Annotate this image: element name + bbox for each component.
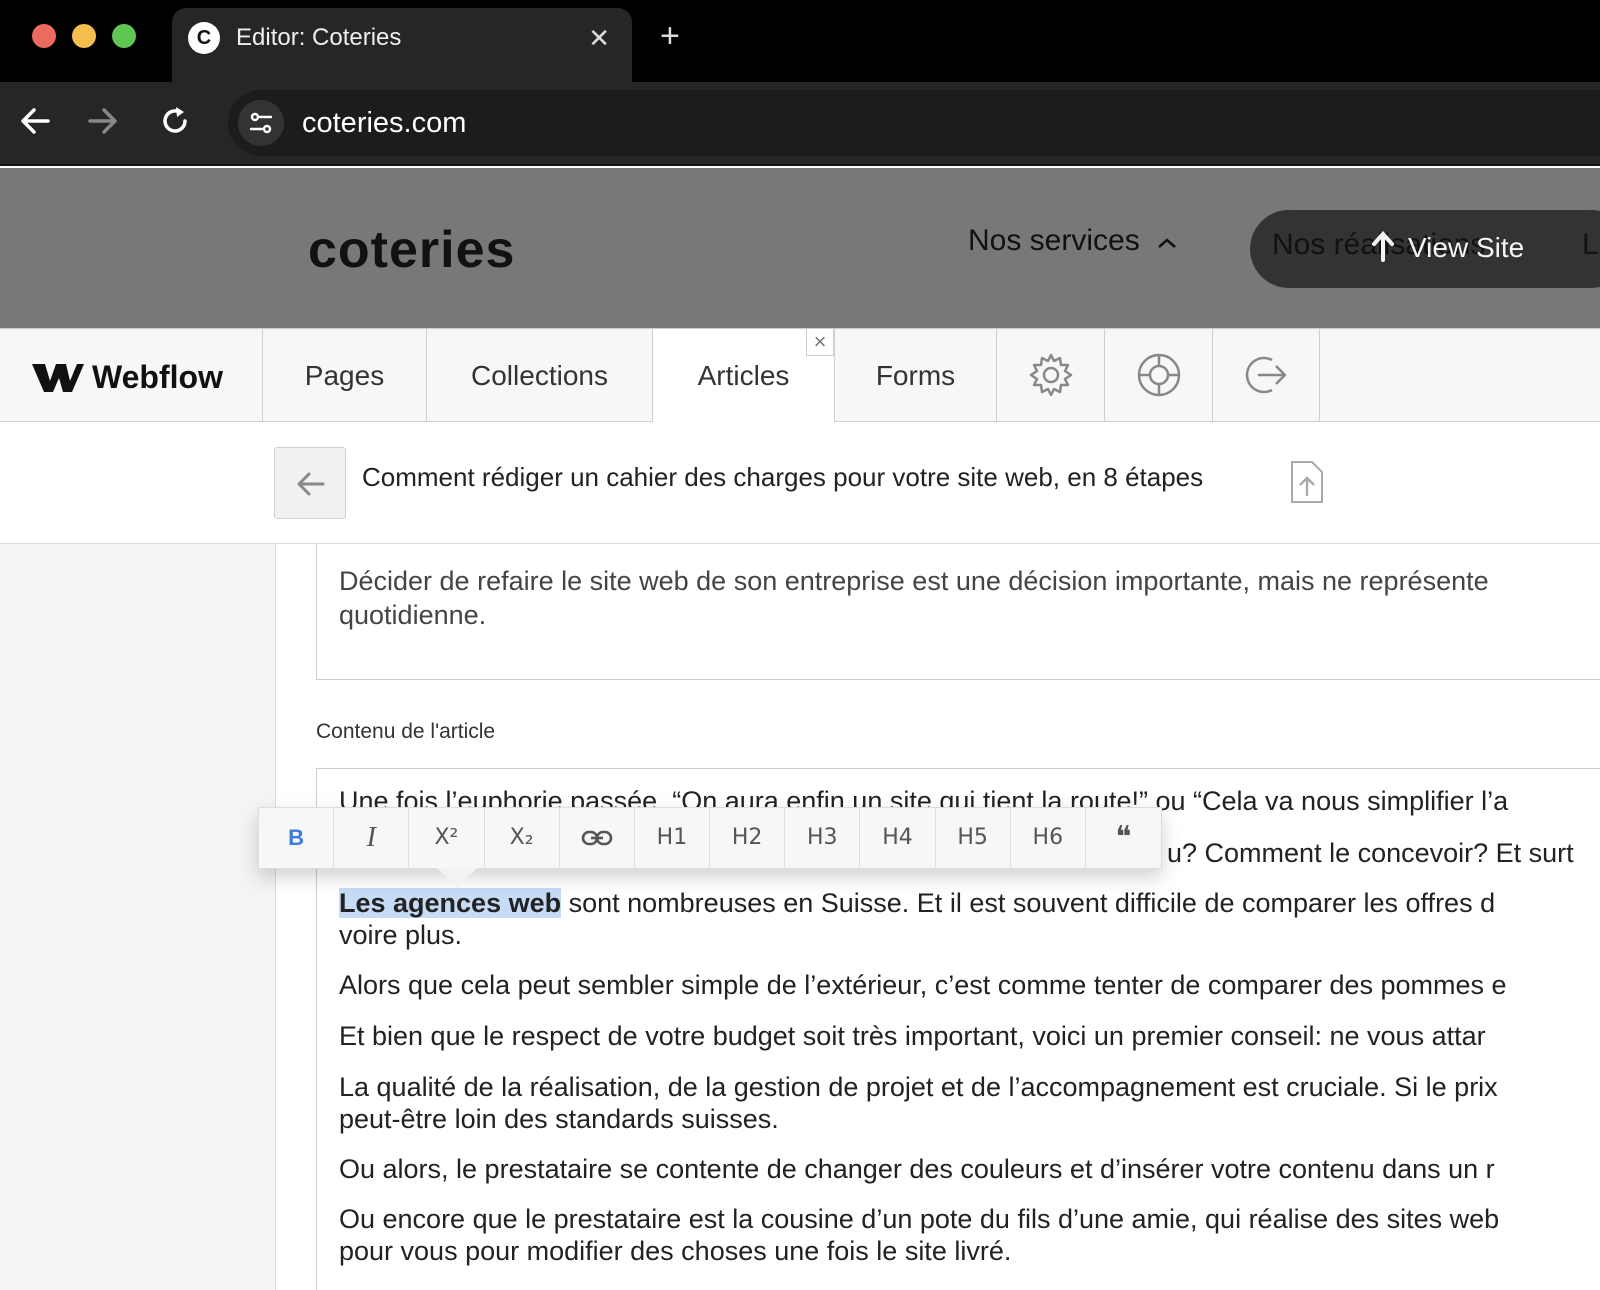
item-title: Comment rédiger un cahier des charges po… — [362, 462, 1204, 492]
webflow-toolbar: Webflow Pages Collections Articles Forms — [0, 328, 1600, 424]
close-articles-tab-icon[interactable]: × — [806, 328, 834, 356]
bold-button[interactable]: B — [259, 808, 335, 868]
omnibox[interactable]: coteries.com — [228, 90, 1600, 156]
paragraph[interactable]: Ou encore que le prestataire est la cous… — [339, 1203, 1600, 1235]
link-icon — [581, 830, 613, 846]
heading-6-button[interactable]: H6 — [1011, 808, 1086, 868]
settings-button[interactable] — [996, 329, 1104, 423]
paragraph[interactable]: La qualité de la réalisation, de la gest… — [339, 1071, 1600, 1103]
site-settings-icon[interactable] — [238, 100, 284, 146]
webflow-logo[interactable]: Webflow — [32, 357, 232, 397]
tab-forms[interactable]: Forms — [834, 329, 996, 423]
paragraph[interactable]: Les agences web sont nombreuses en Suiss… — [339, 887, 1600, 919]
webflow-brand-text: Webflow — [92, 359, 223, 395]
address-bar-row: coteries.com — [0, 82, 1600, 166]
paragraph[interactable]: Alors que cela peut sembler simple de l’… — [339, 969, 1600, 1001]
new-tab-button[interactable]: + — [660, 16, 680, 56]
toolbar-caret — [437, 868, 477, 888]
link-button[interactable] — [560, 808, 635, 868]
editor-content: Décider de refaire le site web de son en… — [276, 544, 1600, 1290]
forward-arrow-icon[interactable] — [86, 104, 120, 138]
help-button[interactable] — [1104, 329, 1212, 423]
nav-services-label: Nos services — [968, 224, 1140, 257]
logout-icon — [1245, 356, 1287, 394]
paragraph[interactable]: voire plus. — [339, 919, 1600, 951]
heading-1-button[interactable]: H1 — [635, 808, 711, 868]
webflow-logo-icon — [32, 364, 84, 392]
subscript-button[interactable]: X₂ — [485, 808, 560, 868]
tab-collections[interactable]: Collections — [426, 329, 652, 423]
tab-pages[interactable]: Pages — [262, 329, 426, 423]
nav-services-link[interactable]: Nos services — [968, 224, 1178, 258]
heading-2-button[interactable]: H2 — [710, 808, 786, 868]
summary-line: quotidienne. — [339, 600, 487, 630]
paragraph[interactable]: Ou alors, le prestataire se contente de … — [339, 1153, 1600, 1185]
italic-button[interactable]: I — [334, 808, 410, 868]
window-minimize-button[interactable] — [72, 24, 96, 48]
tab-close-icon[interactable]: ✕ — [588, 20, 610, 56]
window-close-button[interactable] — [32, 24, 56, 48]
arrow-up-icon — [1372, 231, 1394, 262]
back-button[interactable] — [274, 447, 346, 519]
heading-4-button[interactable]: H4 — [860, 808, 936, 868]
browser-tab-bar: C Editor: Coteries ✕ + — [0, 0, 1600, 82]
window-zoom-button[interactable] — [112, 24, 136, 48]
format-toolbar: B I X² X₂ H1 H2 H3 H4 H5 H6 ❝ — [258, 807, 1162, 869]
heading-5-button[interactable]: H5 — [936, 808, 1011, 868]
paragraph[interactable]: peut-être loin des standards suisses. — [339, 1103, 1600, 1135]
tab-title: Editor: Coteries — [236, 24, 402, 51]
summary-text: Décider de refaire le site web de son en… — [339, 564, 1600, 632]
item-header: Comment rédiger un cahier des charges po… — [0, 422, 1600, 544]
logout-button[interactable] — [1212, 329, 1320, 423]
site-header: coteries Nos services Nos réalisations V… — [0, 168, 1600, 328]
arrow-left-icon — [297, 472, 325, 496]
site-favicon-icon: C — [188, 22, 220, 54]
paragraph[interactable]: u? Comment le concevoir? Et surt — [1167, 837, 1600, 869]
view-site-button[interactable]: Nos réalisations View Site L' — [1250, 210, 1600, 288]
heading-3-button[interactable]: H3 — [785, 808, 861, 868]
editor-sidebar — [0, 544, 276, 1290]
gear-icon — [1029, 353, 1072, 397]
browser-tab[interactable]: C Editor: Coteries ✕ — [172, 8, 632, 82]
url-text[interactable]: coteries.com — [302, 103, 466, 143]
paragraph-text: sont nombreuses en Suisse. Et il est sou… — [561, 888, 1496, 918]
quote-button[interactable]: ❝ — [1086, 808, 1161, 868]
view-site-label: View Site — [1408, 232, 1525, 263]
selected-text[interactable]: Les agences web — [339, 888, 562, 918]
publish-icon[interactable] — [1290, 460, 1324, 504]
content-field-label: Contenu de l'article — [316, 720, 496, 743]
paragraph[interactable]: pour vous pour modifier des choses une f… — [339, 1235, 1600, 1267]
chevron-up-icon — [1158, 238, 1176, 248]
summary-line: Décider de refaire le site web de son en… — [339, 566, 1489, 596]
lifebuoy-icon — [1137, 353, 1180, 397]
reload-icon[interactable] — [158, 104, 192, 138]
paragraph[interactable]: Et bien que le respect de votre budget s… — [339, 1020, 1600, 1052]
nav-next-link: L' — [1582, 228, 1600, 261]
summary-field[interactable]: Décider de refaire le site web de son en… — [316, 544, 1600, 680]
back-arrow-icon[interactable] — [18, 104, 52, 138]
site-logo[interactable]: coteries — [308, 220, 515, 280]
superscript-button[interactable]: X² — [409, 808, 485, 868]
